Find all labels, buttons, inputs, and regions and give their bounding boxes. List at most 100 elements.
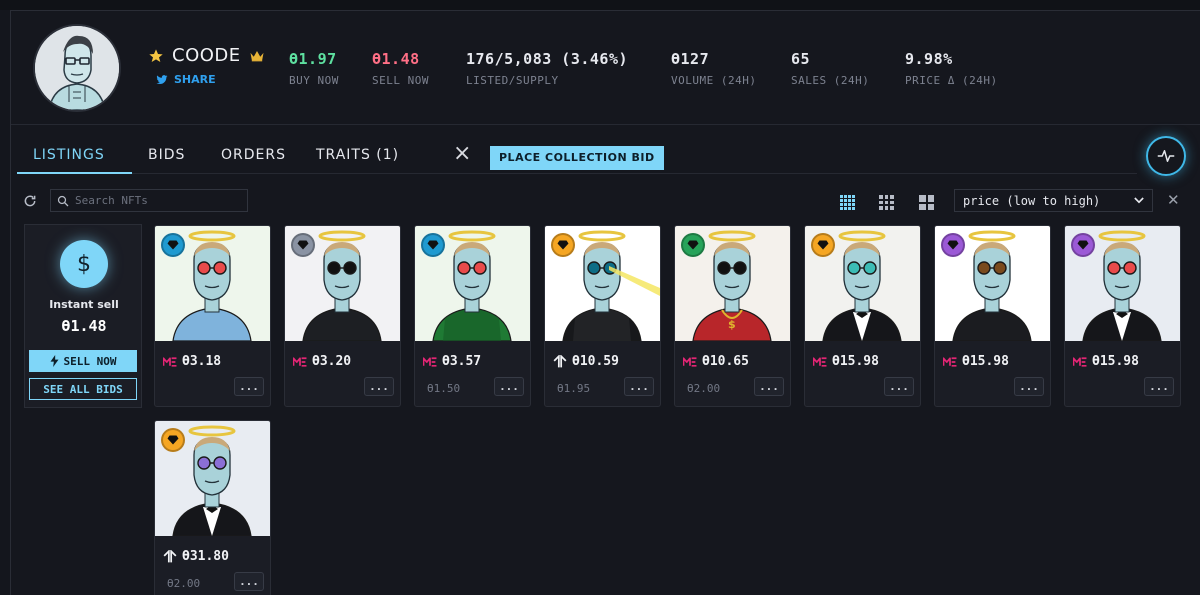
nft-card[interactable]: Ө31.80 Ө2.00... — [154, 420, 271, 595]
chevron-down-icon — [1134, 197, 1144, 204]
top-edge — [0, 0, 1200, 10]
nft-card[interactable]: Ө10.59 Ө1.95... — [544, 225, 661, 407]
clear-traits-close-icon[interactable]: × — [453, 141, 471, 166]
magic-eden-icon — [1073, 356, 1087, 368]
more-options-button[interactable]: ... — [1144, 377, 1174, 396]
stat-label: BUY NOW — [289, 74, 339, 87]
nft-card[interactable]: $ Ө10.65 Ө2.00... — [674, 225, 791, 407]
nft-card[interactable]: Ө15.98... — [804, 225, 921, 407]
instant-sell-amount: Ө1.48 — [61, 317, 107, 335]
activity-pulse-icon — [1157, 150, 1175, 162]
nft-price-value: Ө3.20 — [312, 354, 352, 369]
rarity-gem-icon — [161, 428, 185, 452]
stat-volume: Ө127 VOLUME (24H) — [671, 50, 756, 87]
grid-dense-icon[interactable] — [840, 195, 855, 210]
more-options-button[interactable]: ... — [364, 377, 394, 396]
nft-last-sale: Ө2.00 — [687, 382, 721, 395]
crown-icon — [250, 50, 264, 62]
nft-price: Ө3.20 — [293, 354, 351, 369]
stat-label: PRICE Δ (24H) — [905, 74, 998, 87]
tab-bids[interactable]: BIDS — [148, 147, 185, 163]
stat-sales: 65 SALES (24H) — [791, 50, 869, 87]
collection-title-row: COODE — [148, 45, 265, 66]
tensor-icon — [553, 355, 567, 368]
collection-name: COODE — [172, 45, 241, 66]
rarity-gem-icon — [421, 233, 445, 257]
rarity-gem-icon — [811, 233, 835, 257]
search-input[interactable] — [75, 194, 235, 207]
refresh-icon[interactable] — [23, 194, 37, 208]
stat-label: SALES (24H) — [791, 74, 870, 87]
stat-value: 65 — [791, 50, 811, 68]
lightning-icon — [50, 355, 58, 367]
more-options-button[interactable]: ... — [234, 377, 264, 396]
nft-price: Ө15.98 — [1073, 354, 1139, 369]
nft-card[interactable]: Ө3.20... — [284, 225, 401, 407]
sell-now-label: SELL NOW — [63, 354, 117, 368]
nft-price: Ө3.18 — [163, 354, 221, 369]
magic-eden-icon — [813, 356, 827, 368]
rarity-gem-icon — [161, 233, 185, 257]
clear-sort-close-icon[interactable]: ✕ — [1167, 191, 1180, 209]
magic-eden-icon — [293, 356, 307, 368]
star-icon[interactable] — [148, 48, 164, 64]
nft-card[interactable]: Ө3.18... — [154, 225, 271, 407]
rarity-gem-icon — [291, 233, 315, 257]
twitter-icon — [156, 74, 168, 84]
nft-price-value: Ө31.80 — [182, 549, 229, 564]
stat-label: SELL NOW — [372, 74, 429, 87]
magic-eden-icon — [943, 356, 957, 368]
nft-price-value: Ө15.98 — [962, 354, 1009, 369]
nft-price-value: Ө3.57 — [442, 354, 482, 369]
stat-value: Ө127 — [671, 50, 710, 68]
nft-card[interactable]: Ө3.57 Ө1.50... — [414, 225, 531, 407]
nft-price: Ө31.80 — [163, 549, 229, 564]
magic-eden-icon — [163, 356, 177, 368]
share-button[interactable]: SHARE — [156, 73, 216, 86]
nft-price: Ө15.98 — [943, 354, 1009, 369]
more-options-button[interactable]: ... — [754, 377, 784, 396]
grid-large-icon[interactable] — [919, 195, 934, 210]
search-icon — [57, 195, 69, 206]
tab-traits[interactable]: TRAITS (1) — [316, 147, 399, 163]
svg-text:$: $ — [728, 318, 736, 331]
magic-eden-icon — [683, 356, 697, 368]
collection-page: COODE SHARE Ө1.97 BUY NOW Ө1.48 SELL NOW… — [10, 10, 1200, 595]
rarity-gem-icon — [681, 233, 705, 257]
more-options-button[interactable]: ... — [624, 377, 654, 396]
instant-sell-label: Instant sell — [49, 298, 119, 311]
nft-price-value: Ө3.18 — [182, 354, 222, 369]
stat-listed-supply: 176/5,083 (3.46%) LISTED/SUPPLY — [466, 50, 628, 87]
place-collection-bid-button[interactable]: PLACE COLLECTION BID — [490, 146, 664, 170]
nft-price-value: Ө15.98 — [1092, 354, 1139, 369]
grid-medium-icon[interactable] — [879, 195, 894, 210]
search-box[interactable] — [50, 189, 248, 212]
more-options-button[interactable]: ... — [884, 377, 914, 396]
sell-now-button[interactable]: SELL NOW — [29, 350, 137, 372]
stat-value: Ө1.48 — [372, 50, 420, 68]
nft-card[interactable]: Ө15.98... — [934, 225, 1051, 407]
sort-select[interactable]: price (low to high) — [954, 189, 1153, 212]
active-tab-underline — [17, 172, 132, 174]
rarity-gem-icon — [941, 233, 965, 257]
see-all-bids-button[interactable]: SEE ALL BIDS — [29, 378, 137, 400]
more-options-button[interactable]: ... — [494, 377, 524, 396]
stat-value: 9.98% — [905, 50, 953, 68]
nft-last-sale: Ө2.00 — [167, 577, 201, 590]
stat-label: VOLUME (24H) — [671, 74, 757, 87]
more-options-button[interactable]: ... — [1014, 377, 1044, 396]
tab-orders[interactable]: ORDERS — [221, 147, 286, 163]
activity-button[interactable] — [1146, 136, 1186, 176]
tab-bar: LISTINGS BIDS ORDERS TRAITS (1) × PLACE … — [11, 125, 1200, 185]
nft-price: Ө3.57 — [423, 354, 481, 369]
nft-card[interactable]: Ө15.98... — [1064, 225, 1181, 407]
stat-buy-now: Ө1.97 BUY NOW — [289, 50, 339, 87]
nft-price: Ө10.59 — [553, 354, 619, 369]
dollar-coin-icon: $ — [60, 240, 108, 288]
tab-listings[interactable]: LISTINGS — [33, 147, 105, 163]
share-label: SHARE — [174, 73, 216, 86]
more-options-button[interactable]: ... — [234, 572, 264, 591]
nft-price-value: Ө10.65 — [702, 354, 749, 369]
tab-divider — [17, 173, 1137, 174]
instant-sell-panel: $ Instant sell Ө1.48 SELL NOW SEE ALL BI… — [24, 224, 142, 408]
